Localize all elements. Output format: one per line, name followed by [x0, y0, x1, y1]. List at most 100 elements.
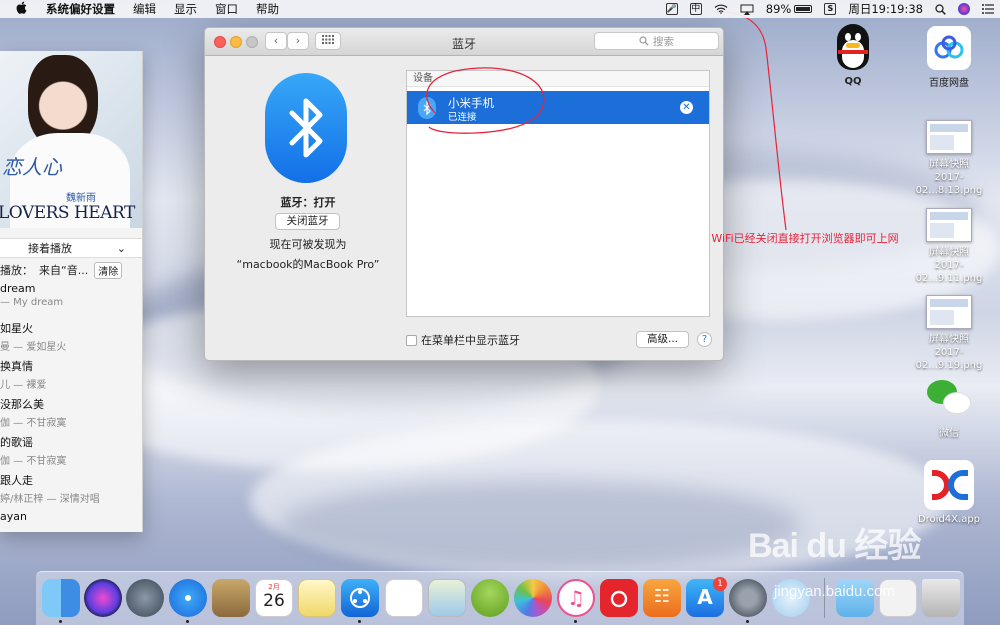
calendar-day: 26	[263, 591, 285, 611]
desktop-icon-screenshot-3[interactable]: 屏幕快照 2017-02...9.19.png	[904, 295, 994, 372]
photos-icon[interactable]	[514, 579, 552, 617]
album-cover: 恋人心 魏新雨 LOVERS HEART	[0, 51, 142, 228]
next-up-label: 接着播放	[28, 242, 72, 255]
battery-icon	[794, 5, 813, 13]
netease-music-icon[interactable]	[600, 579, 638, 617]
menubar-clock[interactable]: 周日19:19:38	[842, 1, 929, 17]
song-artist: 婷/林正梓 — 深情对唱	[0, 494, 100, 505]
search-icon	[639, 36, 649, 46]
screenshot-thumbnail-icon	[926, 120, 972, 154]
search-placeholder: 搜索	[653, 35, 674, 48]
song-artist: 伽 — 不甘寂寞	[0, 418, 67, 429]
wifi-icon[interactable]	[708, 4, 734, 14]
maps-icon[interactable]	[428, 579, 466, 617]
battery-percent: 89%	[765, 2, 792, 16]
microphone-icon[interactable]: 🎤	[660, 3, 684, 15]
finder-icon[interactable]	[42, 579, 80, 617]
desktop-icon-label: 微信	[939, 428, 959, 439]
history-source: 来自“音...	[39, 264, 89, 277]
airplay-icon[interactable]	[734, 4, 760, 15]
battery-indicator[interactable]: 89%	[760, 2, 819, 16]
safari-icon[interactable]	[169, 579, 207, 617]
window-titlebar: ‹ › 蓝牙 搜索	[205, 28, 723, 56]
turn-off-bluetooth-button[interactable]: 关闭蓝牙	[275, 213, 340, 230]
advanced-button[interactable]: 高级...	[636, 331, 689, 348]
sogou-icon[interactable]: S	[818, 3, 842, 15]
preview-icon[interactable]	[212, 579, 250, 617]
desktop-icon-screenshot-1[interactable]: 屏幕快照 2017-02...8.13.png	[904, 120, 994, 197]
chevron-down-icon: ⌄	[116, 241, 126, 255]
song-title: dream	[0, 282, 36, 295]
baidu-netdisk-icon	[927, 26, 971, 70]
apple-menu-icon[interactable]	[0, 1, 37, 17]
desktop-icon-wechat[interactable]: 微信	[904, 378, 994, 439]
desktop-icon-label: 屏幕快照 2017-02...9.11.png	[915, 247, 983, 284]
discoverable-label: 现在可被发现为	[269, 238, 347, 251]
shareit-icon[interactable]	[341, 579, 379, 617]
show-in-menubar-label: 在菜单栏中显示蓝牙	[421, 334, 520, 347]
baidu-watermark: Bai du 经验	[748, 527, 921, 565]
menu-edit[interactable]: 编辑	[124, 1, 165, 17]
remove-device-icon[interactable]: ✕	[680, 101, 693, 114]
song-list-item[interactable]: 的歌谣伽 — 不甘寂寞	[0, 430, 142, 468]
next-up-selector[interactable]: 接着播放 ⌄	[0, 238, 142, 258]
baidu-watermark-url: jingyan.baidu.com	[774, 583, 895, 600]
red-circle-annotation	[426, 67, 545, 134]
screenshot-thumbnail-icon	[926, 295, 972, 329]
desktop-icon-label: Droid4X.app	[917, 514, 981, 525]
red-annotation-line	[711, 11, 787, 231]
ibooks-icon[interactable]: ☷	[643, 579, 681, 617]
song-title: 没那么美	[0, 398, 44, 411]
desktop-icon-qq[interactable]: QQ	[808, 24, 898, 87]
song-artist: 儿 — 裸爱	[0, 380, 47, 391]
song-list-item[interactable]: 跟人走 婷/林正梓 — 深情对唱	[0, 468, 142, 506]
show-in-menubar-checkbox[interactable]	[406, 334, 417, 346]
calendar-icon[interactable]: 2月 26	[255, 579, 293, 617]
desktop-icon-droid4x[interactable]: Droid4X.app	[904, 460, 994, 525]
itunes-mini-player: 恋人心 魏新雨 LOVERS HEART 接着播放 ⌄ 播放： 来自“音... …	[0, 51, 143, 532]
album-cover-artist: 魏新雨	[66, 193, 96, 204]
song-list-item[interactable]: 没那么美伽 — 不甘寂寞	[0, 392, 142, 430]
reminders-icon[interactable]	[385, 579, 423, 617]
song-title: 的歌谣	[0, 436, 33, 449]
trash-icon[interactable]	[922, 579, 960, 617]
bluetooth-preferences-window: ‹ › 蓝牙 搜索 蓝牙：打开 关闭蓝牙 现在可被发现为 “macbook的Ma…	[204, 27, 724, 361]
song-list-item[interactable]: dream — My dream	[0, 278, 142, 316]
android-icon[interactable]	[471, 579, 509, 617]
droid4x-icon	[924, 460, 974, 510]
history-label: 播放：	[0, 264, 33, 277]
show-in-menubar-option[interactable]: 在菜单栏中显示蓝牙	[406, 332, 520, 348]
song-artist: 伽 — 不甘寂寞	[0, 456, 67, 467]
screenshot-thumbnail-icon	[926, 208, 972, 242]
song-list-item[interactable]: ayan	[0, 506, 142, 532]
desktop-icon-baidu-netdisk[interactable]: 百度网盘	[904, 26, 994, 89]
song-artist: — My dream	[0, 297, 64, 308]
album-cover-text: 恋人心	[2, 155, 62, 179]
annotation-text: WiFi已经关闭直接打开浏览器即可上网	[711, 232, 899, 245]
desktop-icon-label: 屏幕快照 2017-02...8.13.png	[915, 159, 983, 196]
launchpad-icon[interactable]	[126, 579, 164, 617]
song-list-item[interactable]: 换真情儿 — 裸爱	[0, 354, 142, 392]
siri-dock-icon[interactable]	[84, 579, 122, 617]
siri-icon[interactable]	[952, 3, 976, 15]
itunes-icon[interactable]: ♫	[557, 579, 595, 617]
spotlight-search-icon[interactable]	[929, 3, 952, 15]
notification-center-icon[interactable]	[976, 4, 1000, 14]
song-title: 如星火	[0, 322, 33, 335]
input-method-indicator[interactable]: 中	[684, 3, 708, 15]
help-button[interactable]: ?	[697, 332, 712, 347]
menu-bar: 系统偏好设置 编辑 显示 窗口 帮助 🎤 中 89% S 周日19:19:38	[0, 0, 1000, 18]
menu-help[interactable]: 帮助	[247, 1, 288, 17]
desktop-icon-label: 屏幕快照 2017-02...9.19.png	[915, 334, 983, 371]
notes-icon[interactable]	[298, 579, 336, 617]
song-list-item[interactable]: 如星火曼 — 爱如星火	[0, 316, 142, 354]
menu-view[interactable]: 显示	[165, 1, 206, 17]
menu-window[interactable]: 窗口	[206, 1, 247, 17]
devices-list: 设备 小米手机 已连接 ✕	[406, 67, 710, 317]
song-list: dream — My dream 如星火曼 — 爱如星火 换真情儿 — 裸爱没那么美伽…	[0, 278, 142, 532]
song-title: ayan	[0, 510, 27, 523]
clear-history-button[interactable]: 清除	[94, 261, 123, 279]
desktop-icon-screenshot-2[interactable]: 屏幕快照 2017-02...9.11.png	[904, 208, 994, 285]
menu-app-name[interactable]: 系统偏好设置	[37, 1, 124, 17]
system-preferences-icon[interactable]	[729, 579, 767, 617]
